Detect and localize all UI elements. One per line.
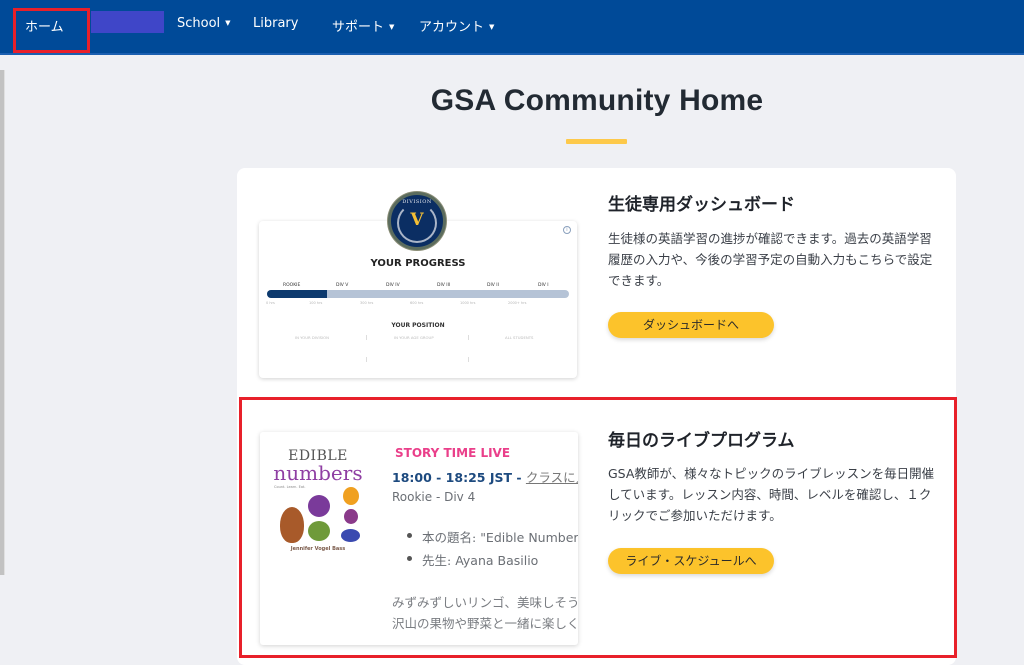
dashboard-heading: 生徒専用ダッシュボード <box>608 195 795 215</box>
your-progress-title: YOUR PROGRESS <box>370 258 466 269</box>
live-program-highlight-annotation <box>239 397 957 658</box>
page-title: GSA Community Home <box>430 84 764 117</box>
left-scrollbar[interactable] <box>0 70 5 575</box>
nav-item-library[interactable]: Library <box>253 16 298 31</box>
divider <box>366 357 367 362</box>
division-label: DIV IV <box>386 283 400 288</box>
progress-bar-fill <box>267 290 328 298</box>
nav-highlight-block <box>91 11 164 33</box>
nav-item-label: サポート <box>332 20 385 35</box>
divider <box>468 357 469 362</box>
hours-label: 600 hrs <box>410 301 424 305</box>
position-column: IN YOUR AGE GROUP <box>394 335 434 340</box>
nav-item-account[interactable]: アカウント ▼ <box>419 16 494 35</box>
division-label: DIV I <box>538 283 549 288</box>
division-label: ROOKIE <box>283 283 301 288</box>
info-icon: i <box>563 226 571 234</box>
division-label: DIV II <box>487 283 499 288</box>
division-badge-icon: DIVISION V <box>388 192 446 250</box>
division-label: DIV V <box>336 283 349 288</box>
hours-label: 2000+ hrs <box>508 301 527 305</box>
dashboard-button[interactable]: ダッシュボードへ <box>608 312 774 338</box>
hours-label: 0 hrs <box>266 301 275 305</box>
nav-item-support[interactable]: サポート ▼ <box>332 16 394 35</box>
nav-item-label: アカウント <box>419 20 485 35</box>
position-column: IN YOUR DIVISION <box>295 335 330 340</box>
caret-down-icon: ▼ <box>489 23 495 31</box>
divider <box>366 335 367 340</box>
caret-down-icon: ▼ <box>225 19 231 27</box>
hours-label: 100 hrs <box>309 301 323 305</box>
division-label: DIV III <box>437 283 451 288</box>
divider <box>468 335 469 340</box>
dashboard-description: 生徒様の英語学習の進捗が確認できます。過去の英語学習履歴の入力や、今後の学習予定… <box>608 231 933 288</box>
progress-bar <box>267 290 569 298</box>
home-highlight-annotation <box>13 8 90 53</box>
nav-item-label: Library <box>253 16 299 31</box>
position-column: ALL STUDENTS <box>505 335 534 340</box>
hours-label: 300 hrs <box>360 301 374 305</box>
title-underline <box>566 139 627 144</box>
badge-level: V <box>410 210 424 230</box>
nav-item-label: School <box>177 16 221 31</box>
nav-item-school[interactable]: School ▼ <box>177 16 231 31</box>
caret-down-icon: ▼ <box>389 23 395 31</box>
your-position-title: YOUR POSITION <box>391 322 445 329</box>
hours-label: 1000 hrs <box>460 301 476 305</box>
